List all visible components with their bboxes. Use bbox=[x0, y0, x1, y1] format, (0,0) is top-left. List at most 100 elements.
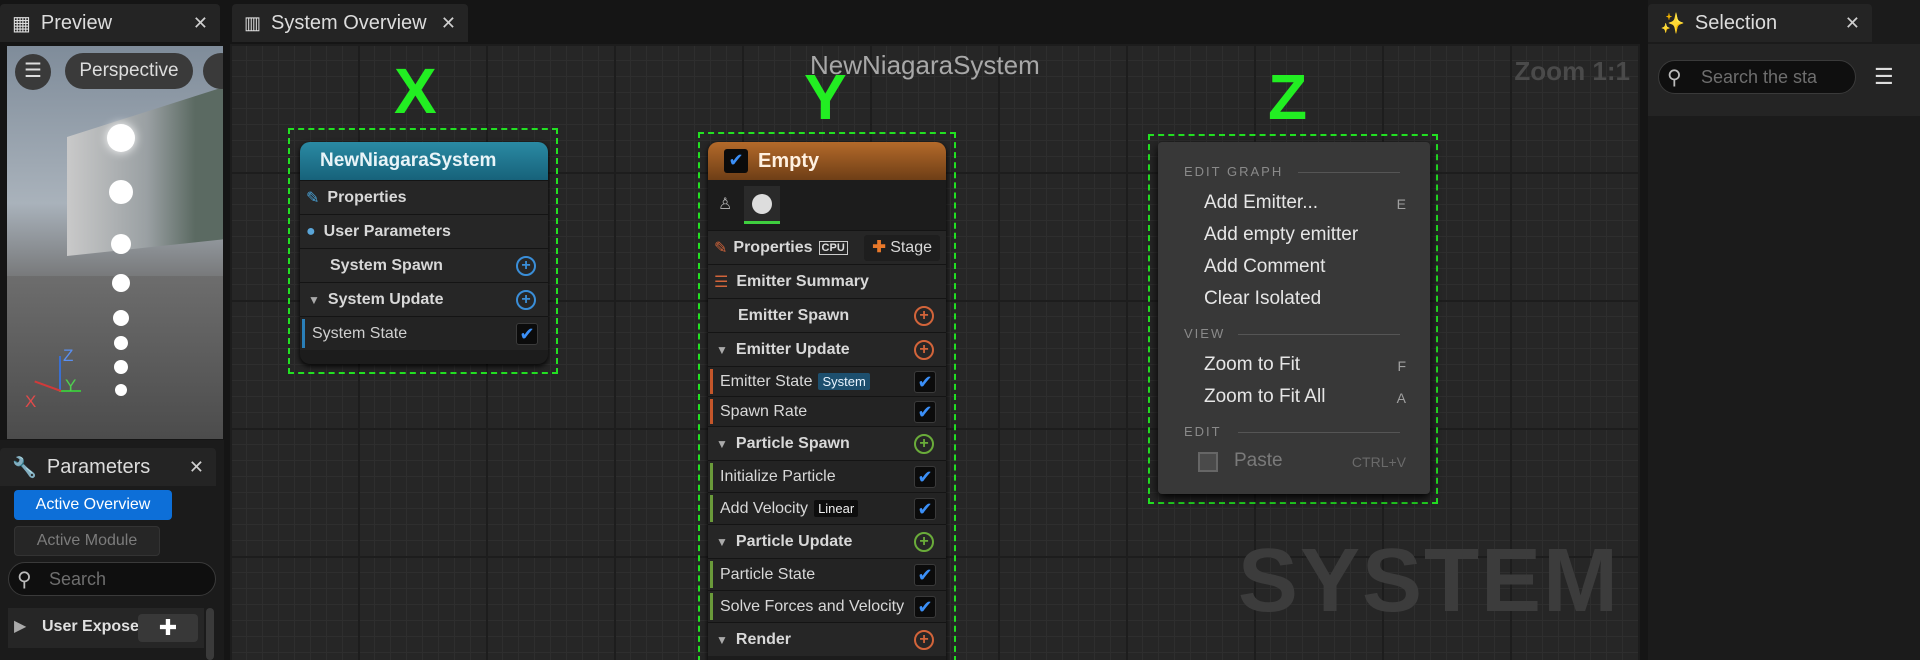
solve-forces-row[interactable]: Solve Forces and Velocity ✔ bbox=[708, 590, 946, 622]
add-stage-button[interactable]: ✚ Stage bbox=[864, 235, 940, 261]
menu-section-edit: EDIT bbox=[1184, 424, 1222, 439]
menu-item-zoom-to-fit[interactable]: Zoom to Fit bbox=[1204, 354, 1300, 376]
menu-item-paste[interactable]: Paste bbox=[1234, 450, 1283, 472]
active-overview-button[interactable]: Active Overview bbox=[14, 490, 172, 520]
solve-forces-label: Solve Forces and Velocity bbox=[720, 597, 905, 615]
layout-icon: ▦ bbox=[12, 12, 31, 35]
system-state-row[interactable]: System State ✔ bbox=[300, 316, 548, 350]
menu-item-add-emitter[interactable]: Add Emitter... bbox=[1204, 192, 1318, 214]
close-icon[interactable]: ✕ bbox=[1845, 13, 1860, 34]
spawn-rate-row[interactable]: Spawn Rate ✔ bbox=[708, 396, 946, 426]
add-module-icon[interactable]: + bbox=[914, 306, 934, 326]
search-input[interactable]: Search bbox=[49, 569, 106, 590]
graph-canvas[interactable]: NewNiagaraSystem Zoom 1:1 SYSTEM X NewNi… bbox=[230, 44, 1640, 660]
enabled-checkbox[interactable]: ✔ bbox=[914, 401, 936, 423]
spawn-rate-label: Spawn Rate bbox=[720, 402, 808, 420]
system-node-header[interactable]: NewNiagaraSystem bbox=[300, 142, 548, 180]
tab-preview-label: Preview bbox=[40, 11, 113, 34]
scrollbar[interactable] bbox=[206, 608, 214, 660]
system-node[interactable]: NewNiagaraSystem ✎ Properties ● User Par… bbox=[300, 142, 548, 364]
particle-update-label: Particle Update bbox=[735, 532, 853, 550]
add-module-icon[interactable]: + bbox=[914, 340, 934, 360]
emitter-node-header[interactable]: ✔ Empty bbox=[708, 142, 946, 180]
shortcut-add-emitter: E bbox=[1396, 196, 1406, 212]
menu-item-add-comment[interactable]: Add Comment bbox=[1204, 256, 1325, 278]
emitter-summary-row[interactable]: ☰ Emitter Summary bbox=[708, 264, 946, 298]
particle-update-row[interactable]: ▼ Particle Update + bbox=[708, 524, 946, 558]
cpu-badge: CPU bbox=[818, 240, 848, 255]
particle-spawn-row[interactable]: ▼ Particle Spawn + bbox=[708, 426, 946, 460]
annotation-x: X bbox=[394, 55, 437, 127]
menu-item-zoom-to-fit-all[interactable]: Zoom to Fit All bbox=[1204, 386, 1325, 408]
user-parameters-label: User Parameters bbox=[323, 222, 451, 240]
preview-viewport[interactable]: ☰ Perspective Z Y X bbox=[7, 46, 223, 439]
emitter-update-row[interactable]: ▼ Emitter Update + bbox=[708, 332, 946, 366]
enabled-checkbox[interactable]: ✔ bbox=[914, 466, 936, 488]
add-module-icon[interactable]: + bbox=[914, 630, 934, 650]
enabled-checkbox[interactable]: ✔ bbox=[914, 564, 936, 586]
linear-badge: Linear bbox=[814, 500, 859, 517]
menu-section-view: VIEW bbox=[1184, 326, 1226, 341]
emitter-spawn-label: Emitter Spawn bbox=[738, 306, 850, 324]
emitter-thumbnail[interactable] bbox=[744, 186, 780, 224]
list-icon: ☰ bbox=[714, 273, 729, 291]
tab-system-overview[interactable]: ▥ System Overview ✕ bbox=[232, 4, 468, 42]
emitter-state-row[interactable]: Emitter State System ✔ bbox=[708, 366, 946, 396]
user-parameters-row[interactable]: ● User Parameters bbox=[300, 214, 548, 248]
add-module-icon[interactable]: + bbox=[516, 256, 536, 276]
render-row[interactable]: ▼ Render + bbox=[708, 622, 946, 656]
add-velocity-row[interactable]: Add Velocity Linear ✔ bbox=[708, 492, 946, 524]
particle-state-row[interactable]: Particle State ✔ bbox=[708, 558, 946, 590]
menu-item-add-empty-emitter[interactable]: Add empty emitter bbox=[1204, 224, 1358, 246]
system-properties-row[interactable]: ✎ Properties bbox=[300, 180, 548, 214]
emitter-state-label: Emitter State bbox=[720, 372, 813, 390]
system-spawn-label: System Spawn bbox=[330, 256, 443, 274]
paste-icon bbox=[1198, 452, 1218, 472]
active-module-button[interactable]: Active Module bbox=[14, 526, 160, 556]
user-exposed-row[interactable]: ▶ User Exposed ✚ bbox=[8, 608, 204, 648]
tab-preview[interactable]: ▦ Preview ✕ bbox=[0, 4, 220, 42]
axis-x-label: X bbox=[25, 392, 37, 411]
parameters-search[interactable]: ⚲ Search bbox=[8, 562, 216, 596]
initialize-particle-row[interactable]: Initialize Particle ✔ bbox=[708, 460, 946, 492]
selection-toolbar: ⚲ Search the sta ☰ bbox=[1648, 44, 1920, 116]
close-icon[interactable]: ✕ bbox=[441, 13, 456, 34]
perspective-button[interactable]: Perspective bbox=[65, 53, 193, 89]
menu-item-clear-isolated[interactable]: Clear Isolated bbox=[1204, 288, 1321, 310]
selection-search[interactable]: ⚲ Search the sta bbox=[1658, 60, 1856, 94]
filter-icon[interactable]: ☰ bbox=[1874, 64, 1894, 90]
add-module-icon[interactable]: + bbox=[914, 434, 934, 454]
add-velocity-label: Add Velocity bbox=[720, 499, 809, 517]
annotation-y: Y bbox=[804, 61, 847, 133]
view-mode-button[interactable] bbox=[203, 53, 223, 89]
enabled-checkbox[interactable]: ✔ bbox=[914, 596, 936, 618]
search-input[interactable]: Search the sta bbox=[1701, 67, 1817, 88]
close-icon[interactable]: ✕ bbox=[189, 457, 204, 478]
enabled-checkbox[interactable]: ✔ bbox=[914, 498, 936, 520]
chart-icon: ▥ bbox=[244, 12, 262, 33]
tab-selection-label: Selection bbox=[1694, 11, 1778, 34]
emitter-spawn-row[interactable]: Emitter Spawn + bbox=[708, 298, 946, 332]
emitter-enabled-checkbox[interactable]: ✔ bbox=[724, 149, 748, 173]
add-parameter-button[interactable]: ✚ bbox=[138, 614, 198, 642]
emitter-properties-row[interactable]: ✎ Properties CPU ✚ Stage bbox=[708, 230, 946, 264]
collapse-arrow-icon[interactable]: ▼ bbox=[716, 437, 728, 451]
enabled-checkbox[interactable]: ✔ bbox=[516, 323, 538, 345]
expand-arrow-icon[interactable]: ▶ bbox=[14, 616, 26, 636]
collapse-arrow-icon[interactable]: ▼ bbox=[716, 343, 728, 357]
tab-parameters[interactable]: 🔧 Parameters ✕ bbox=[0, 448, 216, 486]
tab-selection[interactable]: ✨ Selection ✕ bbox=[1648, 4, 1872, 42]
system-update-label: System Update bbox=[327, 290, 444, 308]
collapse-arrow-icon[interactable]: ▼ bbox=[308, 293, 320, 307]
emitter-node[interactable]: ✔ Empty ♙ ✎ Properties CPU ✚ Stage ☰ Emi… bbox=[708, 142, 946, 660]
collapse-arrow-icon[interactable]: ▼ bbox=[716, 535, 728, 549]
viewport-menu-button[interactable]: ☰ bbox=[15, 54, 51, 90]
add-module-icon[interactable]: + bbox=[914, 532, 934, 552]
emitter-thumbnail-row: ♙ bbox=[708, 180, 946, 230]
enabled-checkbox[interactable]: ✔ bbox=[914, 371, 936, 393]
collapse-arrow-icon[interactable]: ▼ bbox=[716, 633, 728, 647]
add-module-icon[interactable]: + bbox=[516, 290, 536, 310]
system-spawn-row[interactable]: System Spawn + bbox=[300, 248, 548, 282]
system-update-row[interactable]: ▼ System Update + bbox=[300, 282, 548, 316]
close-icon[interactable]: ✕ bbox=[193, 13, 208, 34]
